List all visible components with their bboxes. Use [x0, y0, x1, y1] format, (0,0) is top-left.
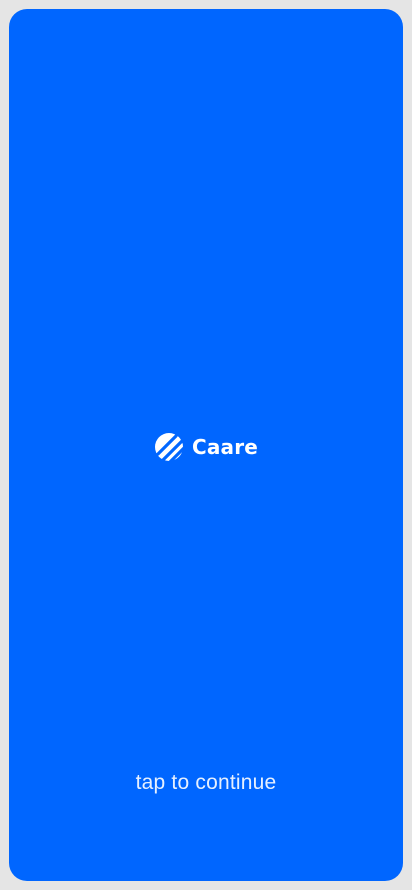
device-frame: Caare tap to continue	[0, 0, 412, 890]
brand-name: Caare	[191, 435, 259, 459]
caare-logo-icon	[154, 433, 184, 462]
tap-to-continue-text[interactable]: tap to continue	[9, 771, 403, 795]
brand-lockup: Caare	[9, 430, 403, 464]
splash-screen[interactable]: Caare tap to continue	[9, 9, 403, 881]
